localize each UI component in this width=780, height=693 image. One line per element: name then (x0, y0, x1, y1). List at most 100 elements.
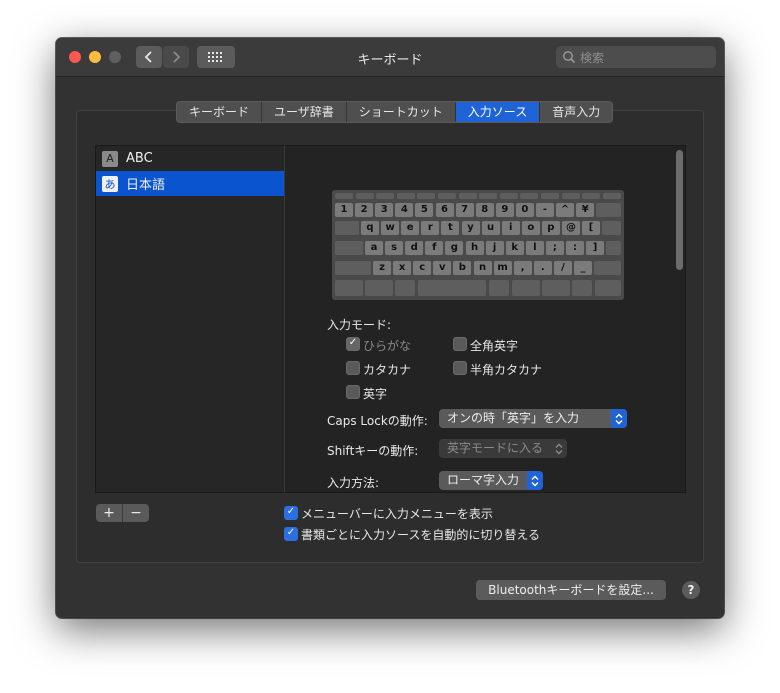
keycap: , (513, 261, 532, 275)
keycap-blank (542, 280, 570, 296)
keycap: t (441, 221, 460, 235)
hiragana-label: ひらがな (363, 339, 412, 353)
keycap: v (433, 261, 452, 275)
keycap: q (361, 221, 379, 235)
keycap: 2 (355, 203, 374, 217)
keycap-blank (479, 193, 498, 199)
hankaku-katakana-checkbox[interactable] (453, 361, 467, 375)
input-source-list[interactable]: A ABC あ 日本語 (95, 145, 286, 493)
setup-bluetooth-keyboard-button[interactable]: Bluetoothキーボードを設定... (476, 580, 666, 600)
keycap: ; (545, 241, 564, 255)
keycap-blank (602, 193, 621, 199)
source-item-abc[interactable]: A ABC (96, 146, 285, 171)
katakana-checkbox[interactable] (346, 361, 360, 375)
updown-chevron-icon (527, 471, 543, 490)
input-method-popup[interactable]: ローマ字入力 (439, 471, 543, 490)
keycap: b (453, 261, 472, 275)
keycap-blank (365, 280, 393, 296)
tab-keyboard[interactable]: キーボード (177, 102, 263, 122)
keycap: 8 (475, 203, 494, 217)
keycap: n (473, 261, 492, 275)
title-bar: キーボード 検索 (56, 38, 724, 77)
keycap-blank (395, 280, 415, 296)
keycap: m (493, 261, 512, 275)
japanese-input-icon: あ (102, 175, 118, 192)
keycap: a (365, 241, 383, 255)
tab-shortcuts[interactable]: ショートカット (347, 102, 456, 122)
keycap-blank (335, 280, 363, 296)
tab-dictation[interactable]: 音声入力 (540, 102, 612, 122)
updown-chevron-icon (551, 439, 567, 458)
keycap: g (445, 241, 464, 255)
keycap: h (465, 241, 484, 255)
keycap: j (485, 241, 504, 255)
eiji-checkbox[interactable] (346, 385, 360, 399)
keycap: / (553, 261, 572, 275)
tab-user-dictionary[interactable]: ユーザ辞書 (262, 102, 347, 122)
input-method-value: ローマ字入力 (447, 473, 520, 487)
keycap: p (541, 221, 560, 235)
keycap: w (381, 221, 400, 235)
show-input-menu-label: メニューバーに入力メニューを表示 (301, 507, 493, 521)
caps-lock-label: Caps Lockの動作: (327, 414, 428, 428)
keycap: 9 (495, 203, 514, 217)
keycap-blank (595, 280, 621, 296)
add-source-button[interactable]: + (96, 504, 123, 522)
keycap-blank (418, 280, 486, 296)
keycap-blank (335, 261, 371, 275)
keycap-blank (594, 261, 621, 275)
hiragana-checkbox: ✓ (346, 337, 360, 351)
keycap: - (536, 203, 554, 217)
tab-bar: キーボード ユーザ辞書 ショートカット 入力ソース 音声入力 (176, 101, 614, 123)
source-item-japanese[interactable]: あ 日本語 (96, 171, 285, 196)
show-input-menu-checkbox[interactable]: ✓ (284, 506, 298, 520)
keycap-blank (499, 193, 518, 199)
abc-input-icon: A (102, 150, 118, 167)
remove-source-button[interactable]: − (123, 504, 149, 522)
keycap-blank (417, 193, 436, 199)
keycap: y (461, 221, 480, 235)
search-field[interactable]: 検索 (556, 46, 716, 68)
keycap-blank (489, 280, 509, 296)
keycap: l (525, 241, 544, 255)
keycap-blank (355, 193, 374, 199)
search-icon (563, 51, 576, 64)
input-mode-label: 入力モード: (327, 318, 392, 332)
keycap-blank (572, 280, 592, 296)
search-placeholder: 検索 (580, 50, 605, 65)
keycap: ] (586, 241, 605, 255)
keycap: i (501, 221, 520, 235)
keycap-blank (561, 193, 580, 199)
keycap: [ (582, 221, 601, 235)
keycap-blank (438, 193, 456, 199)
updown-chevron-icon (611, 409, 627, 428)
help-button[interactable]: ? (682, 581, 700, 599)
input-method-label: 入力方法: (327, 476, 380, 490)
keycap: f (425, 241, 444, 255)
keycap: _ (574, 261, 592, 275)
preferences-window: キーボード 検索 キーボード ユーザ辞書 ショートカット 入力ソース 音声入力 … (56, 38, 724, 618)
caps-lock-popup[interactable]: オンの時「英字」を入力 (439, 409, 627, 428)
keycap: ¥ (576, 203, 595, 217)
eiji-label: 英字 (363, 387, 388, 401)
keycap: u (481, 221, 500, 235)
keycap: c (413, 261, 432, 275)
keycap-blank (541, 193, 559, 199)
zenkaku-eiji-checkbox[interactable] (453, 337, 467, 351)
scrollbar[interactable] (676, 150, 683, 270)
source-label: 日本語 (126, 178, 166, 193)
keycap-blank (458, 193, 477, 199)
keycap: 1 (335, 203, 353, 217)
keycap-blank (335, 221, 359, 235)
zenkaku-eiji-label: 全角英字 (470, 339, 519, 353)
shift-value: 英字モードに入る (447, 441, 544, 455)
keycap: s (385, 241, 404, 255)
tab-input-sources[interactable]: 入力ソース (455, 102, 541, 122)
hankaku-katakana-label: 半角カタカナ (470, 363, 543, 377)
keycap: 5 (415, 203, 434, 217)
keycap-blank (376, 193, 395, 199)
keycap-blank (606, 241, 621, 255)
keycap: : (566, 241, 584, 255)
auto-switch-checkbox[interactable]: ✓ (284, 527, 298, 541)
keycap-blank (520, 193, 539, 199)
